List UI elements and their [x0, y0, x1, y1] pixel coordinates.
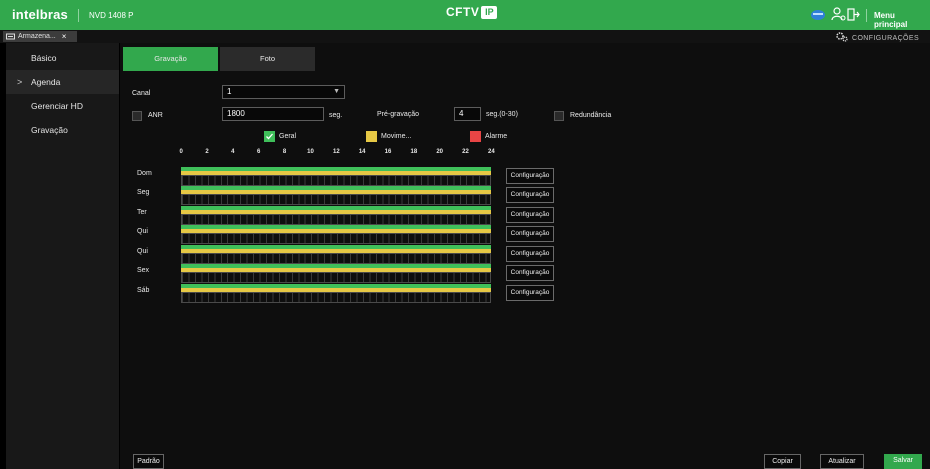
close-tab-icon[interactable]: ×	[62, 32, 67, 41]
hour-label: 24	[488, 149, 495, 155]
schedule-track[interactable]	[181, 245, 491, 264]
schedule-track[interactable]	[181, 206, 491, 225]
redundancia-label: Redundância	[570, 112, 612, 119]
chevron-down-icon: ▼	[333, 88, 340, 95]
configuracao-button[interactable]: Configuração	[506, 168, 554, 184]
hour-label: 6	[257, 149, 261, 155]
anr-label: ANR	[148, 112, 163, 119]
hour-label: 10	[307, 149, 314, 155]
hour-label: 12	[333, 149, 340, 155]
sidebar-item-label: Básico	[31, 53, 57, 63]
day-label: Dom	[137, 170, 152, 177]
legend-geral-checkbox[interactable]	[264, 131, 275, 142]
logo-divider	[78, 9, 79, 22]
configuracao-button[interactable]: Configuração	[506, 246, 554, 262]
schedule-track[interactable]	[181, 264, 491, 283]
canal-value: 1	[227, 87, 232, 96]
copiar-button[interactable]: Copiar	[764, 454, 801, 469]
brand-prefix: CFTV	[446, 5, 480, 19]
legend-alarme-box[interactable]	[470, 131, 481, 142]
brand-badge: IP	[481, 5, 498, 19]
canal-label: Canal	[132, 90, 151, 97]
hour-label: 16	[384, 149, 392, 155]
configuracao-button[interactable]: Configuração	[506, 207, 554, 223]
sidebar-item-agenda[interactable]: > Agenda	[6, 70, 119, 94]
pregravacao-input[interactable]: 4	[454, 107, 481, 121]
chevron-right-icon: >	[17, 77, 23, 87]
anr-input[interactable]: 1800	[222, 107, 324, 121]
hour-label: 2	[205, 149, 209, 155]
cftv-ip-brand: CFTV IP	[446, 5, 498, 19]
hour-label: 4	[231, 149, 235, 155]
main-panel: Gravação Foto Canal 1 ▼ ANR 1800 seg. Pr…	[120, 43, 930, 469]
day-label: Seg	[137, 189, 150, 196]
configuracao-button[interactable]: Configuração	[506, 187, 554, 203]
schedule-track[interactable]	[181, 284, 491, 303]
anr-unit: seg.	[329, 112, 343, 119]
cloud-icon[interactable]	[810, 7, 826, 22]
sidebar-item-basico[interactable]: Básico	[6, 46, 119, 70]
top-bar: intelbras NVD 1408 P CFTV IP Menu princi…	[0, 0, 930, 30]
timeline-grid[interactable]	[181, 175, 491, 186]
salvar-button[interactable]: Salvar	[884, 454, 922, 469]
pregravacao-unit: seg.(0-30)	[486, 111, 518, 118]
schedule-track[interactable]	[181, 186, 491, 205]
timeline-grid[interactable]	[181, 233, 491, 244]
day-label: Sex	[137, 267, 150, 274]
day-label: Ter	[137, 209, 147, 216]
storage-icon	[6, 33, 15, 40]
atualizar-button[interactable]: Atualizar	[820, 454, 864, 469]
logout-icon[interactable]	[846, 7, 861, 22]
sidebar-item-gerenciar-hd[interactable]: Gerenciar HD	[6, 94, 119, 118]
sidebar-item-gravacao[interactable]: Gravação	[6, 118, 119, 142]
timeline-grid[interactable]	[181, 292, 491, 303]
tab-label: Armazena...	[18, 33, 56, 40]
tab-foto[interactable]: Foto	[220, 47, 315, 71]
legend-movimento-label: Movime...	[381, 133, 412, 140]
sidebar-item-label: Agenda	[31, 77, 61, 87]
user-icon[interactable]	[830, 7, 846, 22]
timeline-grid[interactable]	[181, 214, 491, 225]
anr-checkbox[interactable]	[132, 111, 142, 121]
timeline-grid[interactable]	[181, 194, 491, 205]
legend-movimento-box[interactable]	[366, 131, 377, 142]
pregravacao-label: Pré-gravação	[377, 111, 420, 118]
day-label: Qui	[137, 228, 148, 235]
hour-label: 0	[179, 149, 183, 155]
pregravacao-value: 4	[459, 109, 464, 118]
configuracao-button[interactable]: Configuração	[506, 226, 554, 242]
legend-geral-label: Geral	[279, 133, 297, 140]
configuracao-button[interactable]: Configuração	[506, 265, 554, 281]
configuracoes-label: CONFIGURAÇÕES	[852, 34, 920, 42]
day-label: Sáb	[137, 287, 150, 294]
anr-value: 1800	[227, 109, 245, 118]
sidebar-item-label: Gravação	[31, 125, 68, 135]
hour-label: 18	[410, 149, 418, 155]
hour-label: 8	[282, 149, 287, 155]
hour-label: 20	[436, 149, 444, 155]
menu-principal-link[interactable]: Menu principal	[874, 11, 930, 29]
timeline-grid[interactable]	[181, 272, 491, 283]
legend-alarme-label: Alarme	[485, 133, 508, 140]
intelbras-logo: intelbras	[12, 7, 68, 22]
day-label: Qui	[137, 248, 148, 255]
canal-select[interactable]: 1 ▼	[222, 85, 345, 99]
device-model: NVD 1408 P	[89, 11, 134, 20]
tab-gravacao[interactable]: Gravação	[123, 47, 218, 71]
padrao-button[interactable]: Padrão	[133, 454, 164, 469]
hour-label: 14	[358, 149, 366, 155]
timeline-grid[interactable]	[181, 253, 491, 264]
redundancia-checkbox[interactable]	[554, 111, 564, 121]
sidebar-item-label: Gerenciar HD	[31, 101, 83, 111]
schedule-track[interactable]	[181, 225, 491, 244]
hour-label: 22	[462, 149, 469, 155]
configuracao-button[interactable]: Configuração	[506, 285, 554, 301]
sidebar: Básico > Agenda Gerenciar HD Gravação	[6, 43, 119, 469]
header-divider	[866, 9, 867, 22]
tab-row: Armazena... × CONFIGURAÇÕES	[0, 30, 930, 43]
schedule-track[interactable]	[181, 167, 491, 186]
tab-armazenamento[interactable]: Armazena... ×	[3, 31, 77, 42]
